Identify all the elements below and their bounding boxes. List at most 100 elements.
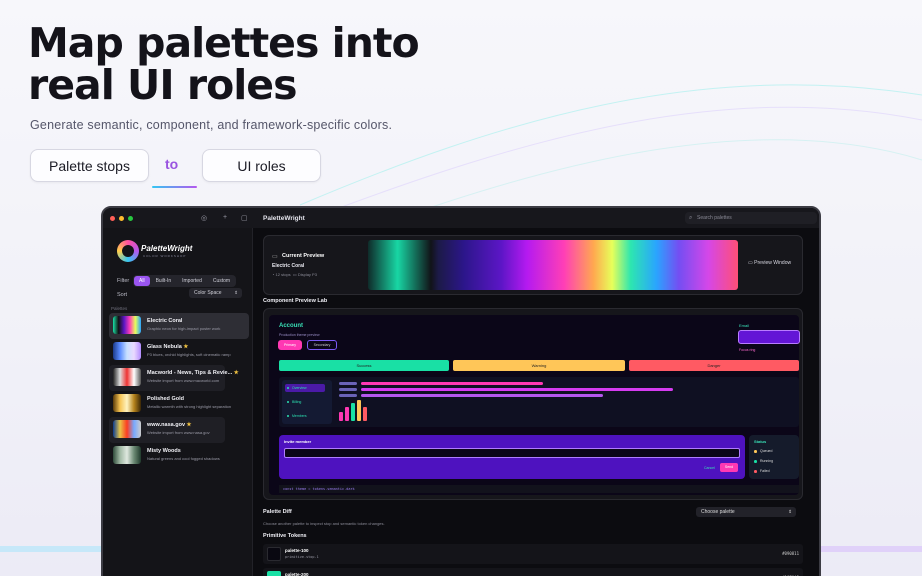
palette-diff-title: Palette Diff <box>263 509 292 515</box>
status-title: Status <box>754 439 767 444</box>
nav-item-overview[interactable]: Overview <box>285 384 325 392</box>
palette-description: Website import from www.macworld.com <box>147 378 220 383</box>
star-icon: ★ <box>186 422 192 428</box>
nav-column: Overview Billing Members <box>282 380 332 424</box>
success-button[interactable]: Success <box>279 360 449 371</box>
palette-stops-pill: Palette stops <box>30 149 149 182</box>
close-window-button[interactable] <box>110 216 115 221</box>
primary-button[interactable]: Primary <box>278 340 302 350</box>
check-circle-icon[interactable]: ◎ <box>201 214 207 222</box>
preview-icon: ▭ <box>272 254 278 260</box>
filter-all[interactable]: All <box>134 276 150 286</box>
palette-swatch <box>113 446 141 464</box>
token-name: palette-200 <box>285 572 309 576</box>
email-label: Email <box>739 323 750 328</box>
zoom-window-button[interactable] <box>128 216 133 221</box>
status-running: Running <box>754 459 773 463</box>
status-queued: Queued <box>754 449 772 453</box>
palette-item[interactable]: Glass Nebula ★ P3 blues, orchid highligh… <box>109 339 249 365</box>
sort-select[interactable]: Color Space ⇕ <box>189 288 242 298</box>
focus-ring-label: Focus ring <box>739 348 756 352</box>
token-name: palette-100 <box>285 548 309 553</box>
window-title: PaletteWright <box>263 215 305 222</box>
token-swatch <box>267 547 281 561</box>
account-title: Account <box>279 323 303 329</box>
token-path: primitive.stop.1 <box>285 555 319 559</box>
danger-button[interactable]: Danger <box>629 360 799 371</box>
title-bar: ◎ + ▢ PaletteWright ⌕ Search palettes <box>103 208 819 228</box>
choose-palette-select[interactable]: Choose palette ⇕ <box>696 507 796 517</box>
palette-diff-subtitle: Choose another palette to inspect stop a… <box>263 521 385 526</box>
invite-input[interactable] <box>284 448 740 458</box>
palette-swatch <box>113 368 141 386</box>
account-subtitle: Production theme preview <box>279 333 320 337</box>
window-icon: ▭ <box>748 260 753 266</box>
sort-label: Sort <box>117 292 128 298</box>
app-logo <box>117 240 139 262</box>
search-icon: ⌕ <box>689 215 693 221</box>
stops-count: 12 stops <box>275 272 291 277</box>
stops-icon: ◔ <box>272 272 275 277</box>
star-icon: ★ <box>233 370 239 376</box>
ui-roles-pill: UI roles <box>202 149 321 182</box>
hero-subtitle: Generate semantic, component, and framew… <box>30 118 393 132</box>
minimize-window-button[interactable] <box>119 216 124 221</box>
palette-item[interactable]: Electric Coral Graphic neon for high-imp… <box>109 313 249 339</box>
chart-bar <box>339 412 343 421</box>
chart-bar <box>345 407 349 421</box>
choose-palette-value: Choose palette <box>701 509 735 515</box>
nav-item-billing[interactable]: Billing <box>285 398 325 406</box>
palette-swatch <box>113 316 141 334</box>
search-placeholder: Search palettes <box>697 215 732 221</box>
filter-built-in[interactable]: Built-In <box>151 276 177 286</box>
token-row[interactable]: palette-100 primitive.stop.1 #090811 <box>263 544 803 564</box>
brand-name: PaletteWright <box>141 244 193 253</box>
invite-form: Invite member Cancel Send <box>279 435 745 479</box>
progress-stub <box>339 394 357 397</box>
preview-window-button[interactable]: ▭ Preview Window <box>748 260 791 266</box>
palette-swatch <box>113 342 141 360</box>
token-hex: #090811 <box>782 551 799 556</box>
token-row[interactable]: palette-200 #19E0A5 <box>263 568 803 576</box>
code-snippet: const theme = tokens.semantic.dark <box>279 485 799 493</box>
sidebar: PaletteWright COLOR WORKSHOP Filter All … <box>103 228 253 576</box>
progress-bar <box>361 382 543 385</box>
chevron-updown-icon: ⇕ <box>234 290 238 295</box>
progress-stub <box>339 388 357 391</box>
chart-bar <box>357 400 361 421</box>
current-preview-card: ▭ Current Preview Electric Coral ◔ 12 st… <box>263 235 803 295</box>
brand-tagline: COLOR WORKSHOP <box>143 254 187 258</box>
send-button[interactable]: Send <box>720 463 738 472</box>
lab-canvas: Account Production theme preview Primary… <box>269 315 800 495</box>
palette-name: Glass Nebula ★ <box>147 344 189 350</box>
palette-item[interactable]: www.nasa.gov ★ Website import from www.n… <box>109 417 225 443</box>
search-input[interactable]: ⌕ Search palettes <box>685 212 817 224</box>
preview-title: Current Preview <box>282 253 325 259</box>
progress-stub <box>339 382 357 385</box>
chart-bar <box>351 403 355 421</box>
secondary-button[interactable]: Secondary <box>307 340 337 350</box>
invite-label: Invite member <box>284 439 312 444</box>
palette-item[interactable]: Misty Woods Natural greens and cool fogg… <box>109 443 249 469</box>
warning-button[interactable]: Warning <box>453 360 625 371</box>
nav-item-members[interactable]: Members <box>285 412 325 420</box>
filter-imported[interactable]: Imported <box>177 276 207 286</box>
email-field[interactable] <box>738 330 800 344</box>
sidebar-toggle-icon[interactable]: ▢ <box>241 214 248 222</box>
component-preview-lab: Account Production theme preview Primary… <box>263 308 803 500</box>
cancel-button[interactable]: Cancel <box>704 466 715 470</box>
palette-item[interactable]: Macworld - News, Tips & Revie... ★ Websi… <box>109 365 239 391</box>
palette-description: Graphic neon for high-impact poster work <box>147 326 221 331</box>
palette-description: Website import from www.nasa.gov <box>147 430 210 435</box>
display-icon: ▭ <box>292 272 297 277</box>
palette-item[interactable]: Polished Gold Metallic warmth with stron… <box>109 391 249 417</box>
lab-title: Component Preview Lab <box>263 298 328 304</box>
preview-window-label: Preview Window <box>754 260 792 266</box>
filter-custom[interactable]: Custom <box>208 276 235 286</box>
main-content: ▭ Current Preview Electric Coral ◔ 12 st… <box>253 228 819 576</box>
color-space: Display P3 <box>297 272 317 277</box>
preview-meta: ◔ 12 stops ▭ Display P3 <box>272 272 317 277</box>
sort-value: Color Space <box>194 290 222 296</box>
plus-icon[interactable]: + <box>223 214 227 221</box>
primitive-tokens-title: Primitive Tokens <box>263 533 307 539</box>
